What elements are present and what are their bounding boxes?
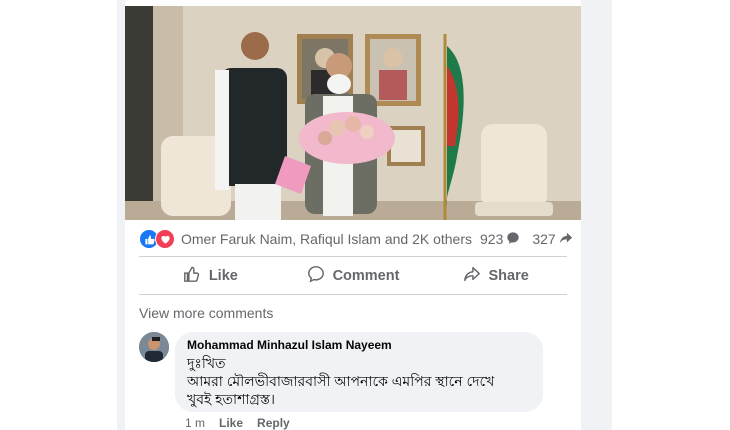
share-label: Share bbox=[488, 268, 529, 284]
engagement-counts: 923 327 bbox=[472, 231, 573, 248]
left-gutter bbox=[0, 0, 117, 430]
share-count-group[interactable]: 327 bbox=[532, 231, 572, 248]
comment-icon bbox=[506, 231, 520, 248]
comment-count: 923 bbox=[480, 231, 504, 247]
comment-reply-link[interactable]: Reply bbox=[257, 416, 290, 430]
comment-timestamp[interactable]: 1 m bbox=[185, 416, 205, 430]
post-card: Omer Faruk Naim, Rafiqul Islam and 2K ot… bbox=[125, 0, 581, 430]
comment-text-line: আমরা মৌলভীবাজারবাসী আপনাকে এমপির স্থানে … bbox=[187, 373, 495, 389]
reactor-names[interactable]: Omer Faruk Naim, Rafiqul Islam and 2K ot… bbox=[181, 231, 472, 247]
post-actions: Like Comment Share bbox=[139, 260, 567, 292]
comment-text-line: দুঃখিত bbox=[187, 355, 226, 371]
right-gutter bbox=[612, 0, 730, 430]
comment-like-link[interactable]: Like bbox=[219, 416, 243, 430]
share-count: 327 bbox=[532, 231, 556, 247]
love-icon bbox=[155, 229, 175, 249]
comment-button[interactable]: Comment bbox=[282, 260, 425, 292]
reactions-bar: Omer Faruk Naim, Rafiqul Islam and 2K ot… bbox=[139, 228, 572, 250]
post-photo[interactable] bbox=[125, 6, 581, 220]
comment-text-line: খুবই হতাশাগ্রস্ত। bbox=[187, 391, 275, 407]
share-button[interactable]: Share bbox=[424, 260, 567, 292]
avatar[interactable] bbox=[139, 332, 169, 362]
share-icon bbox=[559, 231, 573, 248]
comment-author[interactable]: Mohammad Minhazul Islam Nayeem bbox=[187, 338, 531, 352]
comment-bubble-icon bbox=[307, 265, 325, 287]
comment-count-group[interactable]: 923 bbox=[480, 231, 520, 248]
thumbs-up-icon bbox=[183, 265, 201, 287]
divider bbox=[139, 256, 567, 257]
comment-bubble: Mohammad Minhazul Islam Nayeem দুঃখিত আম… bbox=[175, 332, 543, 412]
comment-label: Comment bbox=[332, 268, 400, 284]
like-button[interactable]: Like bbox=[139, 260, 282, 292]
divider bbox=[139, 294, 567, 295]
reaction-icons[interactable] bbox=[139, 229, 175, 249]
comment-meta: 1 m Like Reply bbox=[185, 416, 290, 430]
like-label: Like bbox=[208, 268, 238, 284]
share-arrow-icon bbox=[463, 265, 481, 287]
view-more-comments-link[interactable]: View more comments bbox=[139, 305, 273, 321]
